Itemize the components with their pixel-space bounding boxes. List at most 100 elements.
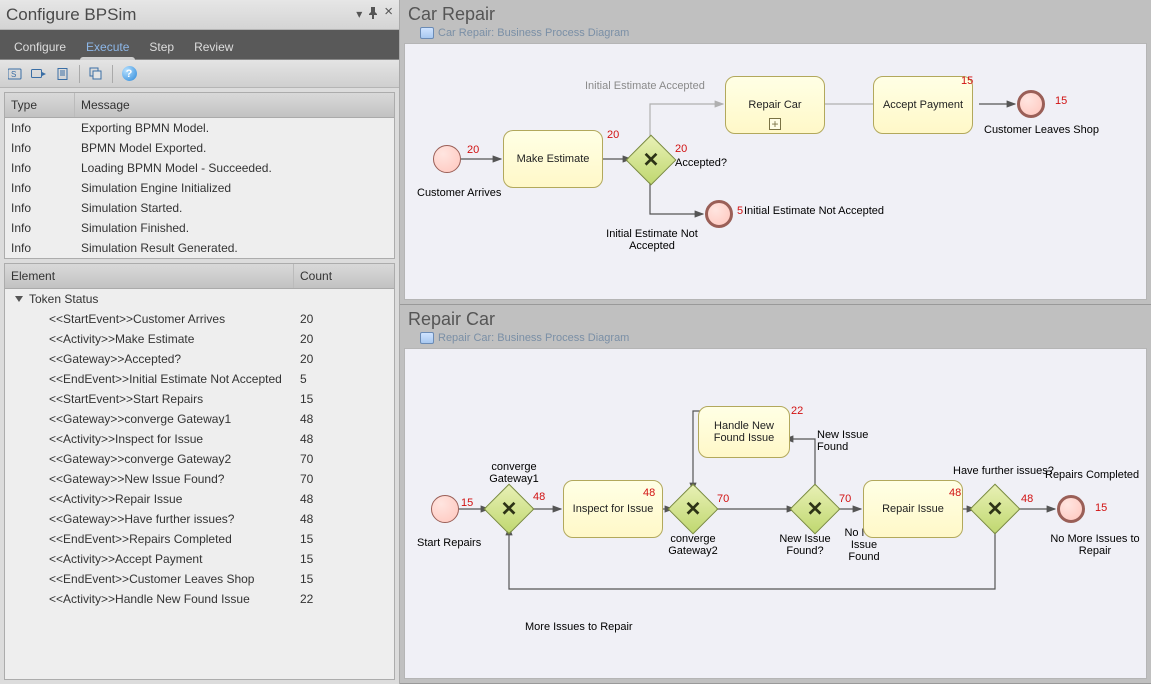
label-not-accepted-path: Initial Estimate Not Accepted [602, 228, 702, 252]
count-15a: 15 [961, 75, 973, 87]
tab-execute[interactable]: Execute [76, 34, 139, 59]
diagram2-sub: Repair Car: Business Process Diagram [400, 330, 1151, 348]
log-row[interactable]: InfoBPMN Model Exported. [5, 138, 394, 158]
task-make-estimate-label: Make Estimate [517, 153, 590, 165]
elements-header: Element Count [5, 264, 394, 289]
diagram1-canvas[interactable]: Customer Arrives 20 Make Estimate 20 Acc… [404, 43, 1147, 300]
toolbar-btn-run[interactable] [28, 64, 50, 84]
tree-root[interactable]: Token Status [5, 289, 394, 309]
task-inspect-label: Inspect for Issue [573, 503, 654, 515]
tree-item-count: 70 [294, 472, 394, 486]
tree-item[interactable]: <<Activity>>Make Estimate20 [5, 329, 394, 349]
elements-body: Token Status<<StartEvent>>Customer Arriv… [5, 289, 394, 679]
tree-item[interactable]: <<Gateway>>New Issue Found?70 [5, 469, 394, 489]
caret-icon [15, 296, 23, 302]
log-row[interactable]: InfoExporting BPMN Model. [5, 118, 394, 138]
tree-item[interactable]: <<Activity>>Inspect for Issue48 [5, 429, 394, 449]
log-cell-type: Info [5, 181, 75, 195]
toolbar-btn-sim[interactable]: S [4, 64, 26, 84]
tree-item[interactable]: <<Gateway>>Accepted?20 [5, 349, 394, 369]
tree-item[interactable]: <<Activity>>Handle New Found Issue22 [5, 589, 394, 609]
task-make-estimate[interactable]: Make Estimate [503, 130, 603, 188]
tree-item-count: 15 [294, 572, 394, 586]
tree-item[interactable]: <<Gateway>>converge Gateway148 [5, 409, 394, 429]
label-new-issue-q: New Issue Found? [775, 533, 835, 557]
tree-item[interactable]: <<Gateway>>Have further issues?48 [5, 509, 394, 529]
tab-review[interactable]: Review [184, 34, 243, 59]
elements-col-element[interactable]: Element [5, 264, 294, 288]
diagram2-sub-text: Repair Car: Business Process Diagram [438, 332, 629, 344]
log-row[interactable]: InfoSimulation Engine Initialized [5, 178, 394, 198]
gateway-further[interactable] [970, 484, 1021, 535]
tree-item[interactable]: <<StartEvent>>Customer Arrives20 [5, 309, 394, 329]
panel-pin-icon[interactable] [368, 7, 378, 22]
tree-item-count: 70 [294, 452, 394, 466]
gateway-accepted[interactable] [626, 135, 677, 186]
tree-item-count: 48 [294, 412, 394, 426]
right-panel: Car Repair Car Repair: Business Process … [400, 0, 1151, 684]
tree-item-count: 15 [294, 392, 394, 406]
label-not-accepted-end: Initial Estimate Not Accepted [744, 205, 884, 217]
start-event-customer-arrives[interactable] [433, 145, 461, 173]
log-row[interactable]: InfoLoading BPMN Model - Succeeded. [5, 158, 394, 178]
log-col-message[interactable]: Message [75, 93, 394, 117]
label-accepted: Accepted? [675, 157, 727, 169]
tree-item-label: <<Activity>>Make Estimate [5, 332, 294, 346]
subprocess-marker-icon: + [769, 118, 781, 130]
end-event-not-accepted[interactable] [705, 200, 733, 228]
log-cell-message: Simulation Result Generated. [75, 241, 394, 255]
label-initial-accepted: Initial Estimate Accepted [585, 80, 705, 92]
diagram-icon [420, 332, 434, 344]
tab-configure[interactable]: Configure [4, 34, 76, 59]
tree-item[interactable]: <<Activity>>Repair Issue48 [5, 489, 394, 509]
task-handle-new[interactable]: Handle New Found Issue [698, 406, 790, 458]
tree-item-label: <<Gateway>>converge Gateway1 [5, 412, 294, 426]
count2-70a: 70 [717, 493, 729, 505]
tree-item[interactable]: <<EndEvent>>Customer Leaves Shop15 [5, 569, 394, 589]
gateway-converge2[interactable] [668, 484, 719, 535]
tree-item[interactable]: <<Gateway>>converge Gateway270 [5, 449, 394, 469]
label-customer-leaves: Customer Leaves Shop [984, 124, 1099, 136]
panel-title: Configure BPSim [6, 5, 356, 25]
panel-close-icon[interactable]: × [384, 7, 393, 22]
log-row[interactable]: InfoSimulation Result Generated. [5, 238, 394, 258]
task-repair-issue[interactable]: Repair Issue [863, 480, 963, 538]
end-event-customer-leaves[interactable] [1017, 90, 1045, 118]
panel-dropdown-icon[interactable]: ▾ [356, 7, 362, 22]
log-row[interactable]: InfoSimulation Finished. [5, 218, 394, 238]
tree-item-label: <<Gateway>>Have further issues? [5, 512, 294, 526]
tree-item-label: <<EndEvent>>Initial Estimate Not Accepte… [5, 372, 294, 386]
toolbar-btn-doc[interactable] [52, 64, 74, 84]
end-event-repairs-completed[interactable] [1057, 495, 1085, 523]
tree-item[interactable]: <<StartEvent>>Start Repairs15 [5, 389, 394, 409]
diagram2-canvas[interactable]: Start Repairs 15 converge Gateway1 48 In… [404, 348, 1147, 679]
tree-item[interactable]: <<Activity>>Accept Payment15 [5, 549, 394, 569]
diagram1-sub-text: Car Repair: Business Process Diagram [438, 27, 629, 39]
panel-titlebar: Configure BPSim ▾ × [0, 0, 399, 30]
task-accept-payment[interactable]: Accept Payment [873, 76, 973, 134]
label-converge1: converge Gateway1 [487, 461, 541, 485]
tree-item-label: <<StartEvent>>Start Repairs [5, 392, 294, 406]
toolbar-btn-copy[interactable] [85, 64, 107, 84]
elements-col-count[interactable]: Count [294, 264, 394, 288]
task-repair-car[interactable]: Repair Car + [725, 76, 825, 134]
elements-section: Element Count Token Status<<StartEvent>>… [4, 263, 395, 680]
count-5: 5 [737, 205, 743, 217]
tree-item-label: <<Activity>>Repair Issue [5, 492, 294, 506]
count2-48d: 48 [1021, 493, 1033, 505]
gateway-new-issue[interactable] [790, 484, 841, 535]
log-col-type[interactable]: Type [5, 93, 75, 117]
tree-item[interactable]: <<EndEvent>>Initial Estimate Not Accepte… [5, 369, 394, 389]
tree-item-label: <<EndEvent>>Customer Leaves Shop [5, 572, 294, 586]
tree-item-label: <<Activity>>Inspect for Issue [5, 432, 294, 446]
gateway-converge1[interactable] [484, 484, 535, 535]
log-row[interactable]: InfoSimulation Started. [5, 198, 394, 218]
tree-item[interactable]: <<EndEvent>>Repairs Completed15 [5, 529, 394, 549]
toolbar-btn-help[interactable]: ? [118, 64, 140, 84]
log-cell-type: Info [5, 121, 75, 135]
diagram-car-repair: Car Repair Car Repair: Business Process … [400, 0, 1151, 305]
start-event-start-repairs[interactable] [431, 495, 459, 523]
tab-step[interactable]: Step [139, 34, 184, 59]
tree-item-label: <<Gateway>>New Issue Found? [5, 472, 294, 486]
tree-item-count: 20 [294, 352, 394, 366]
